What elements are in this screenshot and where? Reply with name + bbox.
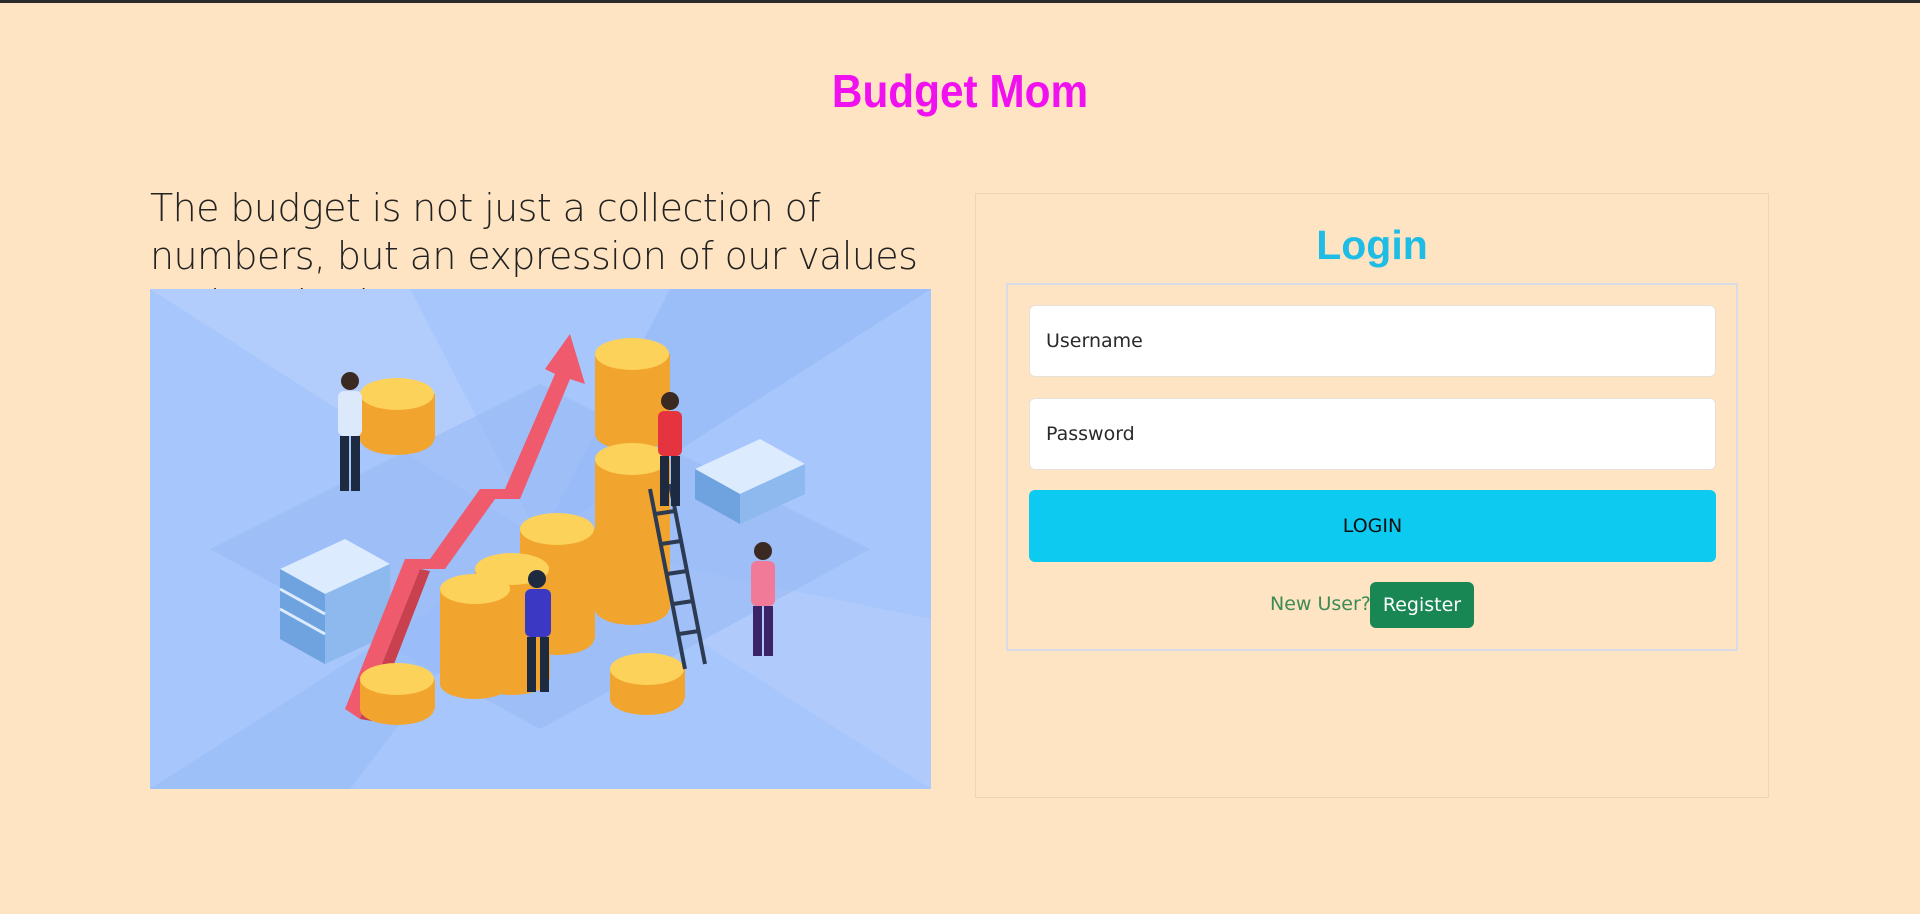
- register-button[interactable]: Register: [1370, 582, 1474, 628]
- username-input[interactable]: [1029, 305, 1716, 377]
- top-border: [0, 0, 1920, 3]
- budget-illustration-image: [150, 289, 931, 789]
- password-input[interactable]: [1029, 398, 1716, 470]
- login-button[interactable]: LOGIN: [1029, 490, 1716, 562]
- page-title: Budget Mom: [831, 65, 1089, 117]
- new-user-label: New User?: [1270, 593, 1371, 615]
